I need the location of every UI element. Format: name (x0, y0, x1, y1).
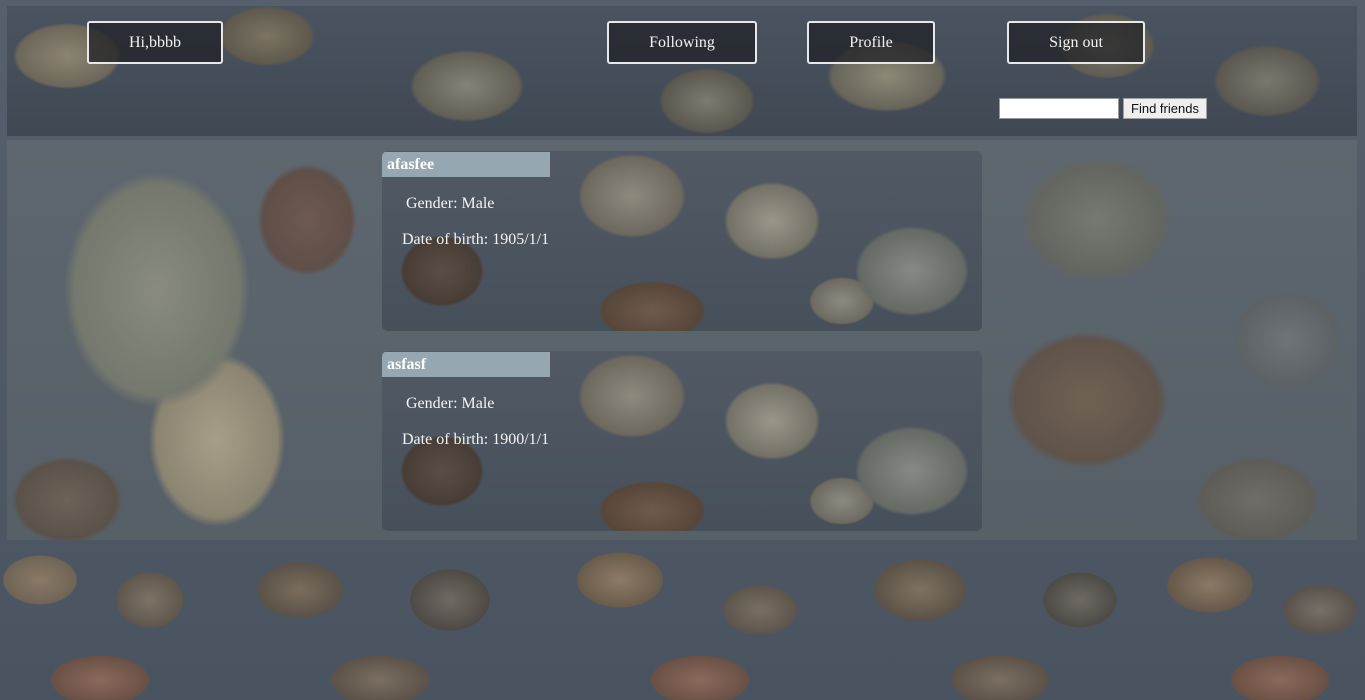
user-card-gender: Gender: Male (406, 395, 495, 412)
find-friends-button[interactable]: Find friends (1123, 98, 1207, 119)
profile-button[interactable]: Profile (807, 21, 935, 64)
user-card: asfasf Gender: Male Date of birth: 1900/… (382, 351, 982, 531)
user-card-username[interactable]: asfasf (382, 352, 550, 377)
following-list: afasfee Gender: Male Date of birth: 1905… (7, 140, 1357, 540)
user-card-gender: Gender: Male (406, 195, 495, 212)
greeting-button[interactable]: Hi,bbbb (87, 21, 223, 64)
user-card-date-of-birth: Date of birth: 1905/1/1 (402, 231, 550, 248)
following-button[interactable]: Following (607, 21, 757, 64)
user-card: afasfee Gender: Male Date of birth: 1905… (382, 151, 982, 331)
sign-out-button[interactable]: Sign out (1007, 21, 1145, 64)
find-friends-input[interactable] (999, 98, 1119, 119)
header-bar: Hi,bbbb Following Profile Sign out Find … (7, 6, 1357, 136)
user-card-username[interactable]: afasfee (382, 152, 550, 177)
user-card-date-of-birth: Date of birth: 1900/1/1 (402, 431, 550, 448)
